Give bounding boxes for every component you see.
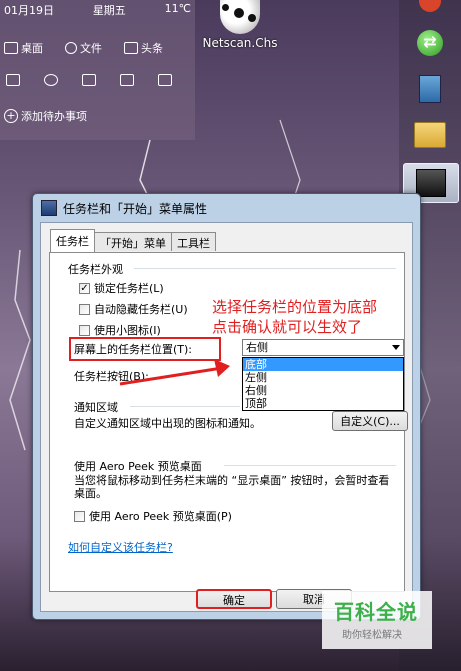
position-option-left[interactable]: 左侧 xyxy=(243,371,403,384)
notify-group-title: 通知区域 xyxy=(74,401,118,414)
taskbar-properties-icon xyxy=(41,200,57,216)
soccer-ball-icon xyxy=(220,0,260,34)
tab-start-menu[interactable]: 「开始」菜单 xyxy=(94,232,172,251)
autohide-checkbox[interactable] xyxy=(79,303,90,315)
position-option-right[interactable]: 右侧 xyxy=(243,384,403,397)
instruction-annotation: 选择任务栏的位置为底部 点击确认就可以生效了 xyxy=(212,297,377,337)
position-select[interactable]: 右侧 xyxy=(242,339,404,356)
annotation-line-1: 选择任务栏的位置为底部 xyxy=(212,298,378,316)
folder-icon xyxy=(414,122,446,148)
taskbar-button-360[interactable]: ⇄ xyxy=(403,24,457,62)
baike-watermark-logo: 百科全说 助你轻松解决 xyxy=(322,591,432,649)
taskbar-button-explorer[interactable] xyxy=(403,116,457,154)
autohide-row[interactable]: 自动隐藏任务栏(U) xyxy=(79,301,188,317)
app-icon-red xyxy=(419,0,441,12)
green-arrow-icon: ⇄ xyxy=(417,30,443,56)
position-label: 屏幕上的任务栏位置(T): xyxy=(74,343,193,356)
tab-strip: 任务栏 「开始」菜单 工具栏 xyxy=(50,229,216,252)
document-icon xyxy=(124,42,138,54)
lock-taskbar-row[interactable]: ✓ 锁定任务栏(L) xyxy=(79,280,164,296)
widget-header: 01月19日 星期五 11℃ xyxy=(4,2,191,18)
ok-button[interactable]: 确定 xyxy=(196,589,272,609)
tab-taskbar[interactable]: 任务栏 xyxy=(50,229,95,252)
edit-icon[interactable] xyxy=(82,74,96,86)
search-icon xyxy=(65,42,77,54)
group-divider xyxy=(224,465,396,466)
position-option-bottom[interactable]: 底部 xyxy=(243,358,403,371)
watermark-main-text: 百科全说 xyxy=(334,600,418,624)
window-icon[interactable] xyxy=(158,74,172,86)
desktop-widget: 01月19日 星期五 11℃ 桌面 文件 头条 + 添加待办事项 xyxy=(0,0,195,140)
add-todo-label: 添加待办事项 xyxy=(21,110,87,123)
plus-icon: + xyxy=(4,109,18,123)
peek-description: 当您将鼠标移动到任务栏末端的 “显示桌面” 按钮时，会暂时查看桌面。 xyxy=(74,474,390,500)
customize-button[interactable]: 自定义(C)... xyxy=(332,411,408,431)
position-option-top[interactable]: 顶部 xyxy=(243,397,403,410)
position-dropdown-list: 底部 左侧 右侧 顶部 xyxy=(242,357,404,411)
peek-label: 使用 Aero Peek 预览桌面(P) xyxy=(89,510,232,523)
annotation-line-2: 点击确认就可以生效了 xyxy=(212,318,363,336)
peek-checkbox[interactable] xyxy=(74,510,85,522)
widget-weekday: 星期五 xyxy=(92,4,126,17)
small-icons-checkbox[interactable] xyxy=(79,324,90,336)
autohide-label: 自动隐藏任务栏(U) xyxy=(94,303,188,316)
small-icons-label: 使用小图标(I) xyxy=(94,324,161,337)
small-icons-row[interactable]: 使用小图标(I) xyxy=(79,322,161,338)
monitor-icon xyxy=(4,42,18,54)
peek-group-title: 使用 Aero Peek 预览桌面 xyxy=(74,460,202,473)
widget-temp: 11℃ xyxy=(164,2,191,15)
lock-taskbar-checkbox[interactable]: ✓ xyxy=(79,282,90,294)
lock-taskbar-label: 锁定任务栏(L) xyxy=(94,282,164,295)
desktop: { "widget": { "date": "01月19日", "weekday… xyxy=(0,0,461,671)
eye-icon[interactable] xyxy=(44,74,58,86)
dialog-body: 任务栏 「开始」菜单 工具栏 任务栏外观 ✓ 锁定任务栏(L) 自动隐藏任务栏(… xyxy=(40,222,413,612)
taskbar-properties-dialog: 任务栏和「开始」菜单属性 任务栏 「开始」菜单 工具栏 任务栏外观 ✓ 锁定任务… xyxy=(32,193,421,620)
position-select-value: 右侧 xyxy=(246,341,268,354)
widget-desktop-button[interactable]: 桌面 xyxy=(4,40,43,56)
widget-file-button[interactable]: 文件 xyxy=(65,40,102,56)
taskbar-button-red[interactable] xyxy=(403,0,457,20)
chevron-down-icon xyxy=(392,345,400,350)
desktop-icon-label: Netscan.Chs xyxy=(202,36,278,50)
buttons-label: 任务栏按钮(B): xyxy=(74,370,149,383)
widget-date: 01月19日 xyxy=(4,4,54,17)
calculator-icon xyxy=(419,75,441,103)
computer-icon xyxy=(416,169,446,197)
dialog-titlebar[interactable]: 任务栏和「开始」菜单属性 xyxy=(33,194,420,222)
widget-headline-button[interactable]: 头条 xyxy=(124,40,163,56)
widget-tools xyxy=(6,74,172,86)
tab-toolbars[interactable]: 工具栏 xyxy=(171,232,216,251)
add-todo-button[interactable]: + 添加待办事项 xyxy=(4,108,87,124)
help-link[interactable]: 如何自定义该任务栏? xyxy=(68,539,173,555)
taskbar-button-calculator[interactable] xyxy=(403,70,457,108)
group-divider xyxy=(134,268,396,269)
appearance-group-title: 任务栏外观 xyxy=(68,263,123,276)
crop-icon[interactable] xyxy=(6,74,20,86)
peek-row[interactable]: 使用 Aero Peek 预览桌面(P) xyxy=(74,508,232,524)
dialog-title: 任务栏和「开始」菜单属性 xyxy=(63,201,208,216)
group-divider xyxy=(130,406,240,407)
notify-description: 自定义通知区域中出现的图标和通知。 xyxy=(74,417,261,430)
watermark-sub-text: 助你轻松解决 xyxy=(342,630,402,641)
calendar-icon[interactable] xyxy=(120,74,134,86)
desktop-icon-netscan[interactable]: Netscan.Chs xyxy=(200,0,280,50)
